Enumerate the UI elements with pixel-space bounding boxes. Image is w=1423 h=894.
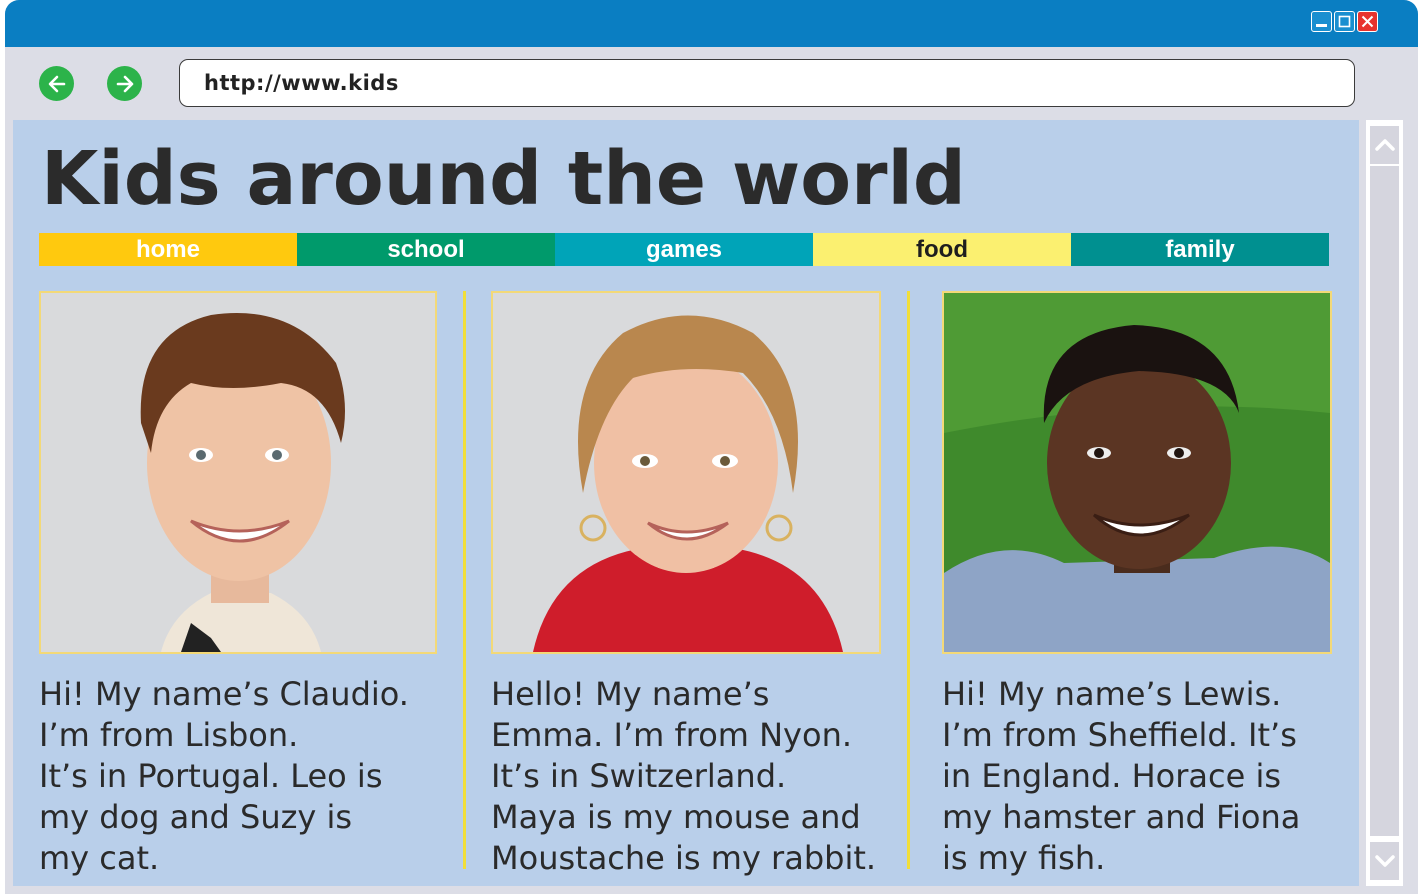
- chevron-down-icon[interactable]: [1370, 842, 1399, 880]
- window-controls: [1311, 11, 1378, 32]
- arrow-right-icon[interactable]: [107, 66, 142, 101]
- column-divider: [907, 291, 910, 869]
- browser-window: http://www.kids Kids around the world ho…: [5, 0, 1418, 894]
- scroll-track[interactable]: [1370, 166, 1399, 836]
- chevron-up-icon[interactable]: [1370, 126, 1399, 164]
- site-menu: home school games food family: [39, 233, 1329, 266]
- address-bar[interactable]: http://www.kids: [179, 59, 1355, 107]
- column-divider: [463, 291, 466, 869]
- close-icon[interactable]: [1357, 11, 1378, 32]
- kid-text-emma: Hello! My name’s Emma. I’m from Nyon. It…: [491, 675, 877, 877]
- menu-item-home[interactable]: home: [39, 233, 297, 266]
- photo-lewis: [942, 291, 1332, 654]
- arrow-left-icon[interactable]: [39, 66, 74, 101]
- menu-item-school[interactable]: school: [297, 233, 555, 266]
- menu-item-food[interactable]: food: [813, 233, 1071, 266]
- navigation-bar: http://www.kids: [5, 47, 1418, 120]
- vertical-scrollbar[interactable]: [1366, 120, 1403, 886]
- menu-item-family[interactable]: family: [1071, 233, 1329, 266]
- maximize-icon[interactable]: [1334, 11, 1355, 32]
- kid-text-claudio: Hi! My name’s Claudio. I’m from Lisbon. …: [39, 675, 409, 877]
- menu-item-games[interactable]: games: [555, 233, 813, 266]
- kid-text-lewis: Hi! My name’s Lewis. I’m from Sheffield.…: [942, 675, 1301, 877]
- title-bar: [5, 0, 1418, 47]
- minimize-icon[interactable]: [1311, 11, 1332, 32]
- page-content: Kids around the world home school games …: [13, 120, 1359, 886]
- page-title: Kids around the world: [41, 136, 966, 222]
- photo-claudio: [39, 291, 437, 654]
- photo-emma: [491, 291, 881, 654]
